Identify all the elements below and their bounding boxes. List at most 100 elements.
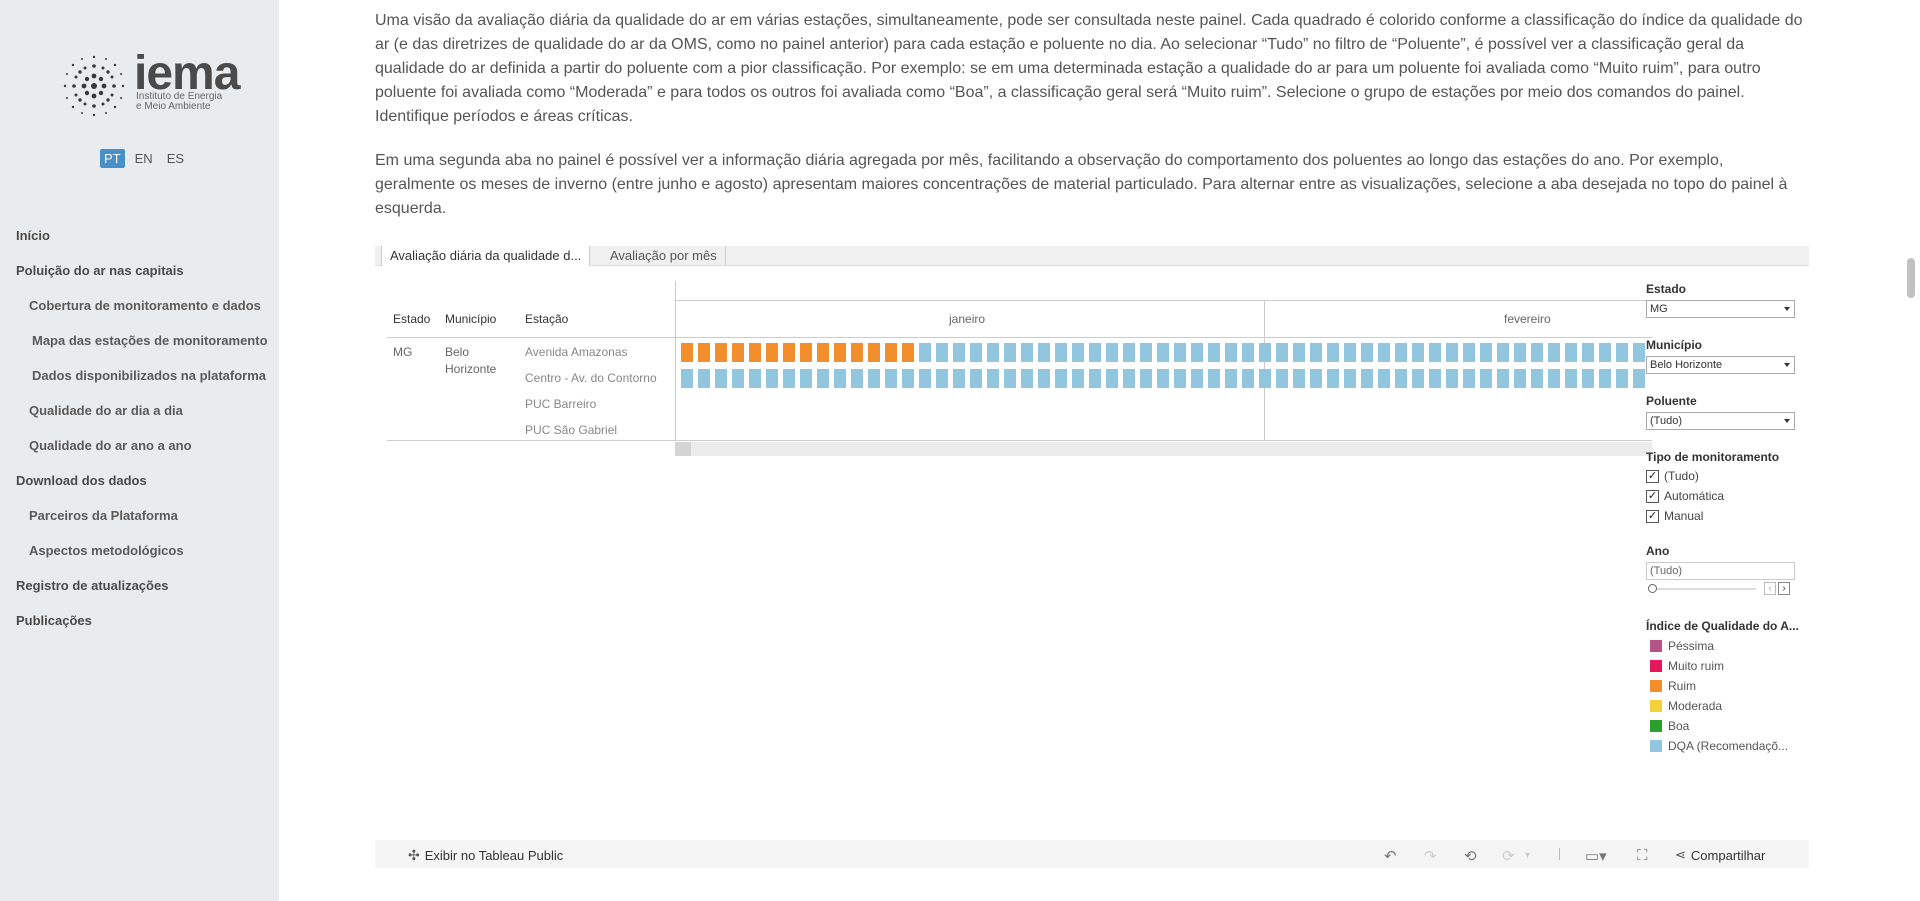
checkbox-tudo[interactable]: ✓ (Tudo) (1646, 469, 1699, 483)
day-square[interactable] (1259, 343, 1271, 362)
day-square[interactable] (1293, 343, 1305, 362)
day-square[interactable] (1361, 343, 1373, 362)
tab-avaliacao-diaria[interactable]: Avaliação diária da qualidade d... (381, 246, 591, 266)
day-square[interactable] (902, 343, 914, 362)
day-square[interactable] (919, 369, 931, 388)
day-square[interactable] (1004, 343, 1016, 362)
filter-municipio-select[interactable]: Belo Horizonte (1646, 356, 1795, 374)
day-square[interactable] (1174, 343, 1186, 362)
day-square[interactable] (1395, 369, 1407, 388)
day-square[interactable] (1038, 343, 1050, 362)
day-square[interactable] (1616, 343, 1628, 362)
checkbox-manual[interactable]: ✓ Manual (1646, 509, 1703, 523)
day-square[interactable] (1089, 369, 1101, 388)
day-square[interactable] (1225, 369, 1237, 388)
chevron-right-icon[interactable]: › (1778, 582, 1790, 595)
day-square[interactable] (817, 369, 829, 388)
day-square[interactable] (800, 343, 812, 362)
day-square[interactable] (1429, 369, 1441, 388)
day-square[interactable] (681, 369, 693, 388)
redo-icon[interactable]: ↷ (1424, 847, 1437, 865)
fullscreen-icon[interactable]: ⛶ (1637, 847, 1648, 864)
undo-icon[interactable]: ↶ (1384, 847, 1397, 865)
day-square[interactable] (1123, 343, 1135, 362)
day-square[interactable] (1072, 343, 1084, 362)
day-square[interactable] (1480, 369, 1492, 388)
day-square[interactable] (1191, 369, 1203, 388)
day-square[interactable] (1055, 343, 1067, 362)
day-square[interactable] (1633, 369, 1645, 388)
day-square[interactable] (1021, 343, 1033, 362)
day-square[interactable] (1259, 369, 1271, 388)
slider-handle[interactable] (1648, 584, 1657, 593)
day-square[interactable] (1463, 369, 1475, 388)
day-square[interactable] (1344, 343, 1356, 362)
lang-en[interactable]: EN (131, 149, 157, 168)
day-square[interactable] (1140, 343, 1152, 362)
day-square[interactable] (1497, 343, 1509, 362)
day-square[interactable] (1276, 369, 1288, 388)
day-square[interactable] (800, 369, 812, 388)
day-square[interactable] (1174, 369, 1186, 388)
day-square[interactable] (970, 343, 982, 362)
day-square[interactable] (1548, 343, 1560, 362)
chevron-down-icon[interactable]: ▾ (1525, 850, 1530, 861)
day-square[interactable] (1072, 369, 1084, 388)
day-square[interactable] (1616, 369, 1628, 388)
day-square[interactable] (1599, 369, 1611, 388)
station-label[interactable]: PUC Barreiro (525, 397, 596, 411)
day-square[interactable] (698, 369, 710, 388)
day-square[interactable] (766, 369, 778, 388)
day-square[interactable] (1480, 343, 1492, 362)
legend-item-pessima[interactable]: Péssima (1650, 639, 1714, 653)
day-square[interactable] (1157, 369, 1169, 388)
day-square[interactable] (1412, 369, 1424, 388)
day-square[interactable] (1055, 369, 1067, 388)
day-square[interactable] (1208, 343, 1220, 362)
nav-mapa[interactable]: Mapa das estações de monitoramento (32, 333, 268, 348)
day-square[interactable] (732, 343, 744, 362)
station-label[interactable]: PUC São Gabriel (525, 423, 617, 437)
day-square[interactable] (987, 343, 999, 362)
tab-avaliacao-mes[interactable]: Avaliação por mês (602, 246, 726, 266)
day-square[interactable] (1633, 343, 1645, 362)
day-square[interactable] (1344, 369, 1356, 388)
day-square[interactable] (698, 343, 710, 362)
nav-download[interactable]: Download dos dados (16, 473, 147, 488)
nav-poluicao[interactable]: Poluição do ar nas capitais (16, 263, 184, 278)
day-square[interactable] (834, 369, 846, 388)
ano-slider[interactable]: ‹ › (1646, 582, 1795, 596)
nav-inicio[interactable]: Início (16, 228, 50, 243)
station-label[interactable]: Avenida Amazonas (525, 345, 628, 359)
day-square[interactable] (1327, 369, 1339, 388)
day-square[interactable] (1446, 343, 1458, 362)
day-square[interactable] (1293, 369, 1305, 388)
day-square[interactable] (817, 343, 829, 362)
day-square[interactable] (1361, 369, 1373, 388)
day-square[interactable] (1446, 369, 1458, 388)
share-button[interactable]: ⋖ Compartilhar (1675, 847, 1765, 863)
day-square[interactable] (1514, 343, 1526, 362)
day-square[interactable] (1157, 343, 1169, 362)
day-square[interactable] (851, 369, 863, 388)
day-square[interactable] (1004, 369, 1016, 388)
day-square[interactable] (1514, 369, 1526, 388)
legend-item-dqa[interactable]: DQA (Recomendaçõ... (1650, 739, 1788, 753)
horizontal-scrollbar[interactable] (675, 442, 1652, 456)
legend-item-boa[interactable]: Boa (1650, 719, 1689, 733)
day-square[interactable] (732, 369, 744, 388)
day-square[interactable] (1242, 369, 1254, 388)
view-on-tableau-button[interactable]: ✣ Exibir no Tableau Public (408, 847, 563, 864)
day-square[interactable] (1089, 343, 1101, 362)
day-square[interactable] (1225, 343, 1237, 362)
day-square[interactable] (902, 369, 914, 388)
day-square[interactable] (1378, 369, 1390, 388)
day-square[interactable] (1599, 343, 1611, 362)
day-square[interactable] (1548, 369, 1560, 388)
nav-cobertura[interactable]: Cobertura de monitoramento e dados (29, 298, 261, 313)
day-square[interactable] (1191, 343, 1203, 362)
day-square[interactable] (1378, 343, 1390, 362)
day-square[interactable] (1242, 343, 1254, 362)
day-square[interactable] (885, 343, 897, 362)
day-square[interactable] (766, 343, 778, 362)
